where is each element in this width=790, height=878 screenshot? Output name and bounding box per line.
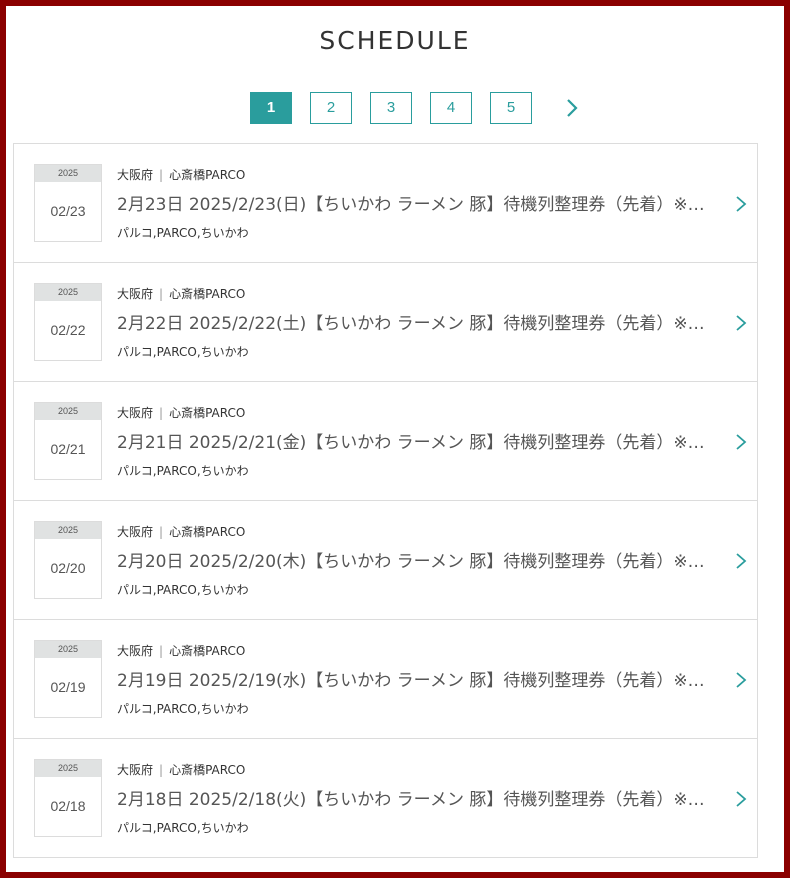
event-tags: パルコ,PARCO,ちいかわ [117,702,249,716]
page-button-1[interactable]: 1 [250,92,292,124]
page-button-3[interactable]: 3 [370,92,412,124]
schedule-list: 2025 02/23 大阪府 | 心斎橋PARCO 2月23日 2025/2/23(… [13,143,758,858]
location-separator: | [159,287,164,301]
date-box: 2025 02/20 [34,521,102,599]
chevron-right-icon[interactable] [734,789,748,809]
event-venue: 心斎橋PARCO [169,406,246,420]
event-tags: パルコ,PARCO,ちいかわ [117,226,249,240]
location-separator: | [159,525,164,539]
location-separator: | [159,168,164,182]
event-venue: 心斎橋PARCO [169,644,246,658]
list-item[interactable]: 2025 02/23 大阪府 | 心斎橋PARCO 2月23日 2025/2/23(… [14,144,757,263]
event-venue: 心斎橋PARCO [169,168,246,182]
event-title[interactable]: 2月19日 2025/2/19(水)【ちいかわ ラーメン 豚】待機列整理券（先着… [117,670,707,692]
event-title[interactable]: 2月23日 2025/2/23(日)【ちいかわ ラーメン 豚】待機列整理券（先着… [117,194,707,216]
event-tags: パルコ,PARCO,ちいかわ [117,345,249,359]
event-prefecture: 大阪府 [117,763,154,777]
list-item[interactable]: 2025 02/21 大阪府 | 心斎橋PARCO 2月21日 2025/2/21(… [14,382,757,501]
event-prefecture: 大阪府 [117,287,154,301]
event-prefecture: 大阪府 [117,406,154,420]
event-title[interactable]: 2月21日 2025/2/21(金)【ちいかわ ラーメン 豚】待機列整理券（先着… [117,432,707,454]
chevron-right-icon[interactable] [734,551,748,571]
list-item[interactable]: 2025 02/18 大阪府 | 心斎橋PARCO 2月18日 2025/2/18(… [14,739,757,857]
event-date: 02/19 [50,679,86,695]
event-year: 2025 [35,522,101,539]
event-location: 大阪府 | 心斎橋PARCO [117,523,245,540]
event-year: 2025 [35,760,101,777]
event-location: 大阪府 | 心斎橋PARCO [117,166,245,183]
page-button-2[interactable]: 2 [310,92,352,124]
event-tags: パルコ,PARCO,ちいかわ [117,464,249,478]
event-prefecture: 大阪府 [117,525,154,539]
event-location: 大阪府 | 心斎橋PARCO [117,404,245,421]
event-year: 2025 [35,165,101,182]
list-item[interactable]: 2025 02/22 大阪府 | 心斎橋PARCO 2月22日 2025/2/22(… [14,263,757,382]
event-venue: 心斎橋PARCO [169,525,246,539]
event-date: 02/23 [50,203,86,219]
date-box: 2025 02/22 [34,283,102,361]
list-item[interactable]: 2025 02/20 大阪府 | 心斎橋PARCO 2月20日 2025/2/20(… [14,501,757,620]
event-title[interactable]: 2月20日 2025/2/20(木)【ちいかわ ラーメン 豚】待機列整理券（先着… [117,551,707,573]
event-location: 大阪府 | 心斎橋PARCO [117,761,245,778]
event-prefecture: 大阪府 [117,644,154,658]
date-box: 2025 02/18 [34,759,102,837]
event-year: 2025 [35,403,101,420]
page-button-5[interactable]: 5 [490,92,532,124]
event-tags: パルコ,PARCO,ちいかわ [117,583,249,597]
next-page-chevron-icon[interactable] [560,96,584,120]
location-separator: | [159,406,164,420]
event-year: 2025 [35,641,101,658]
chevron-right-icon[interactable] [734,313,748,333]
event-date: 02/21 [50,441,86,457]
event-tags: パルコ,PARCO,ちいかわ [117,821,249,835]
page-button-4[interactable]: 4 [430,92,472,124]
event-venue: 心斎橋PARCO [169,763,246,777]
event-date: 02/22 [50,322,86,338]
page-frame: SCHEDULE 1 2 3 4 5 2025 02/23 大阪府 | 心斎橋PAR… [6,6,784,872]
location-separator: | [159,763,164,777]
date-box: 2025 02/23 [34,164,102,242]
event-prefecture: 大阪府 [117,168,154,182]
date-box: 2025 02/19 [34,640,102,718]
event-location: 大阪府 | 心斎橋PARCO [117,285,245,302]
event-venue: 心斎橋PARCO [169,287,246,301]
event-title[interactable]: 2月18日 2025/2/18(火)【ちいかわ ラーメン 豚】待機列整理券（先着… [117,789,707,811]
location-separator: | [159,644,164,658]
chevron-right-icon[interactable] [734,670,748,690]
date-box: 2025 02/21 [34,402,102,480]
event-title[interactable]: 2月22日 2025/2/22(土)【ちいかわ ラーメン 豚】待機列整理券（先着… [117,313,707,335]
chevron-right-icon[interactable] [734,432,748,452]
section-title: SCHEDULE [319,26,471,55]
event-year: 2025 [35,284,101,301]
event-location: 大阪府 | 心斎橋PARCO [117,642,245,659]
chevron-right-icon[interactable] [734,194,748,214]
event-date: 02/20 [50,560,86,576]
event-date: 02/18 [50,798,86,814]
list-item[interactable]: 2025 02/19 大阪府 | 心斎橋PARCO 2月19日 2025/2/19(… [14,620,757,739]
